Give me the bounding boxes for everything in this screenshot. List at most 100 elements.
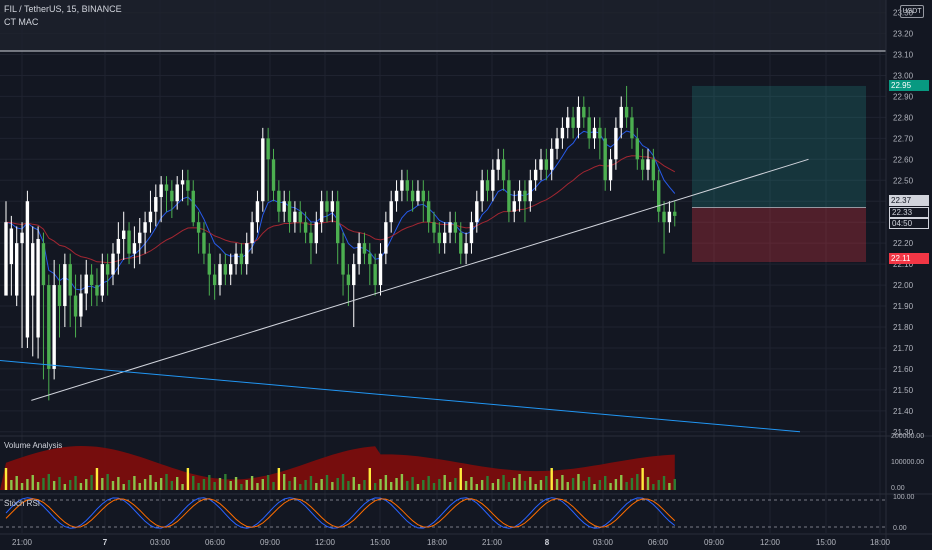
last-price-tag: 22.33 [889,207,929,218]
candle-body [287,201,292,223]
volume-bar [379,479,382,490]
volume-bar [357,484,361,490]
rsi-pane-title[interactable]: Stoch RSI [4,499,40,508]
candle-body [122,230,126,239]
indicator-label[interactable]: CT MAC [4,17,38,27]
volume-bar [186,468,190,490]
volume-bar [202,479,206,490]
volume-bar [545,476,548,490]
volume-bar [234,477,238,490]
volume-bar [213,482,216,490]
candle-body [582,106,586,118]
volume-bar [571,478,575,490]
volume-bar [79,483,83,490]
candle-body [57,285,62,307]
volume-bar [470,477,473,490]
descending-trendline[interactable] [0,360,801,433]
volume-bar [363,480,366,490]
candle-body [346,274,351,286]
volume-bar [159,478,163,490]
volume-bar [529,477,532,490]
price-label: 22.80 [893,113,914,122]
trendlines[interactable] [0,158,809,433]
volume-bar [208,475,211,490]
candle-body [105,264,110,275]
volume-bar [432,483,436,490]
price-label: 23.20 [893,30,914,39]
long-position-tool[interactable] [692,85,866,263]
volume-bar [90,475,93,490]
volume-bar [668,483,671,490]
candle-body [544,159,549,170]
volume-bar [347,481,350,490]
currency-button[interactable]: USDT [900,5,924,18]
volume-bar [390,482,393,490]
trading-chart[interactable]: 23.3023.2023.1023.0022.9022.8022.7022.60… [0,0,932,550]
candle-body [293,211,297,223]
candle-body [448,222,452,233]
volume-bar [170,481,174,490]
volume-bar [373,483,377,490]
volume-bar [331,482,334,490]
rsi-scale-label: 0.00 [893,525,907,532]
volume-bar [577,474,580,490]
symbol-header[interactable]: FIL / TetherUS, 15, BINANCE [4,4,122,14]
candle-body [646,159,650,170]
profit-zone[interactable] [692,85,866,208]
price-label: 22.90 [893,92,914,101]
volume-scale-label: 0.00 [891,485,905,492]
volume-bar [309,476,313,490]
volume-bar [620,475,623,490]
interval-label[interactable]: 15 [67,4,77,14]
volume-bar [218,478,222,490]
volume-bar [502,475,505,490]
candle-body [587,117,591,139]
volume-bar [283,474,286,490]
volume-bar [459,468,462,490]
candle-body [662,211,666,223]
candle-body [95,285,99,296]
volume-bar [673,479,676,490]
candle-body [507,180,511,212]
candle-body [528,180,532,202]
volume-bar [625,482,628,490]
volume-bar [250,476,254,490]
price-label: 23.10 [893,51,914,60]
ascending-trendline[interactable] [31,158,809,401]
symbol-name[interactable]: FIL / TetherUS [4,4,62,14]
volume-bar [475,484,478,490]
candle-body [362,243,367,254]
candle-body [277,190,281,212]
volume-bar [652,484,655,490]
price-label: 21.50 [893,386,914,395]
candle-body [630,117,634,139]
candle-body [598,127,602,139]
candle-body [4,222,8,296]
time-label: 06:00 [205,538,226,547]
candle-body [271,159,276,191]
bar-countdown: 04:50 [889,218,929,229]
candle-body [635,138,639,160]
candle-body [614,127,618,160]
candle-body [138,232,142,244]
volume-pane-title[interactable]: Volume Analysis [4,441,62,450]
volume-bar [438,479,441,490]
volume-bar [240,484,243,490]
candle-body [603,138,607,181]
volume-bar [395,478,398,490]
volume-bar [293,477,297,490]
stop-zone[interactable] [692,207,866,263]
time-axis[interactable]: 21:00 7 03:00 06:00 09:00 12:00 15:00 18:00 21:0… [12,538,891,547]
candle-body [357,243,361,265]
candle-body [512,201,516,212]
candle-body [416,190,420,202]
candle-body [282,201,286,212]
volume-bar [26,479,29,490]
candle-body [550,148,554,170]
time-label: 06:00 [648,538,669,547]
volume-bar [245,480,248,490]
candle-body [223,264,228,275]
candle-body [384,222,388,254]
volume-bar [539,480,543,490]
volume-histogram [0,446,676,490]
